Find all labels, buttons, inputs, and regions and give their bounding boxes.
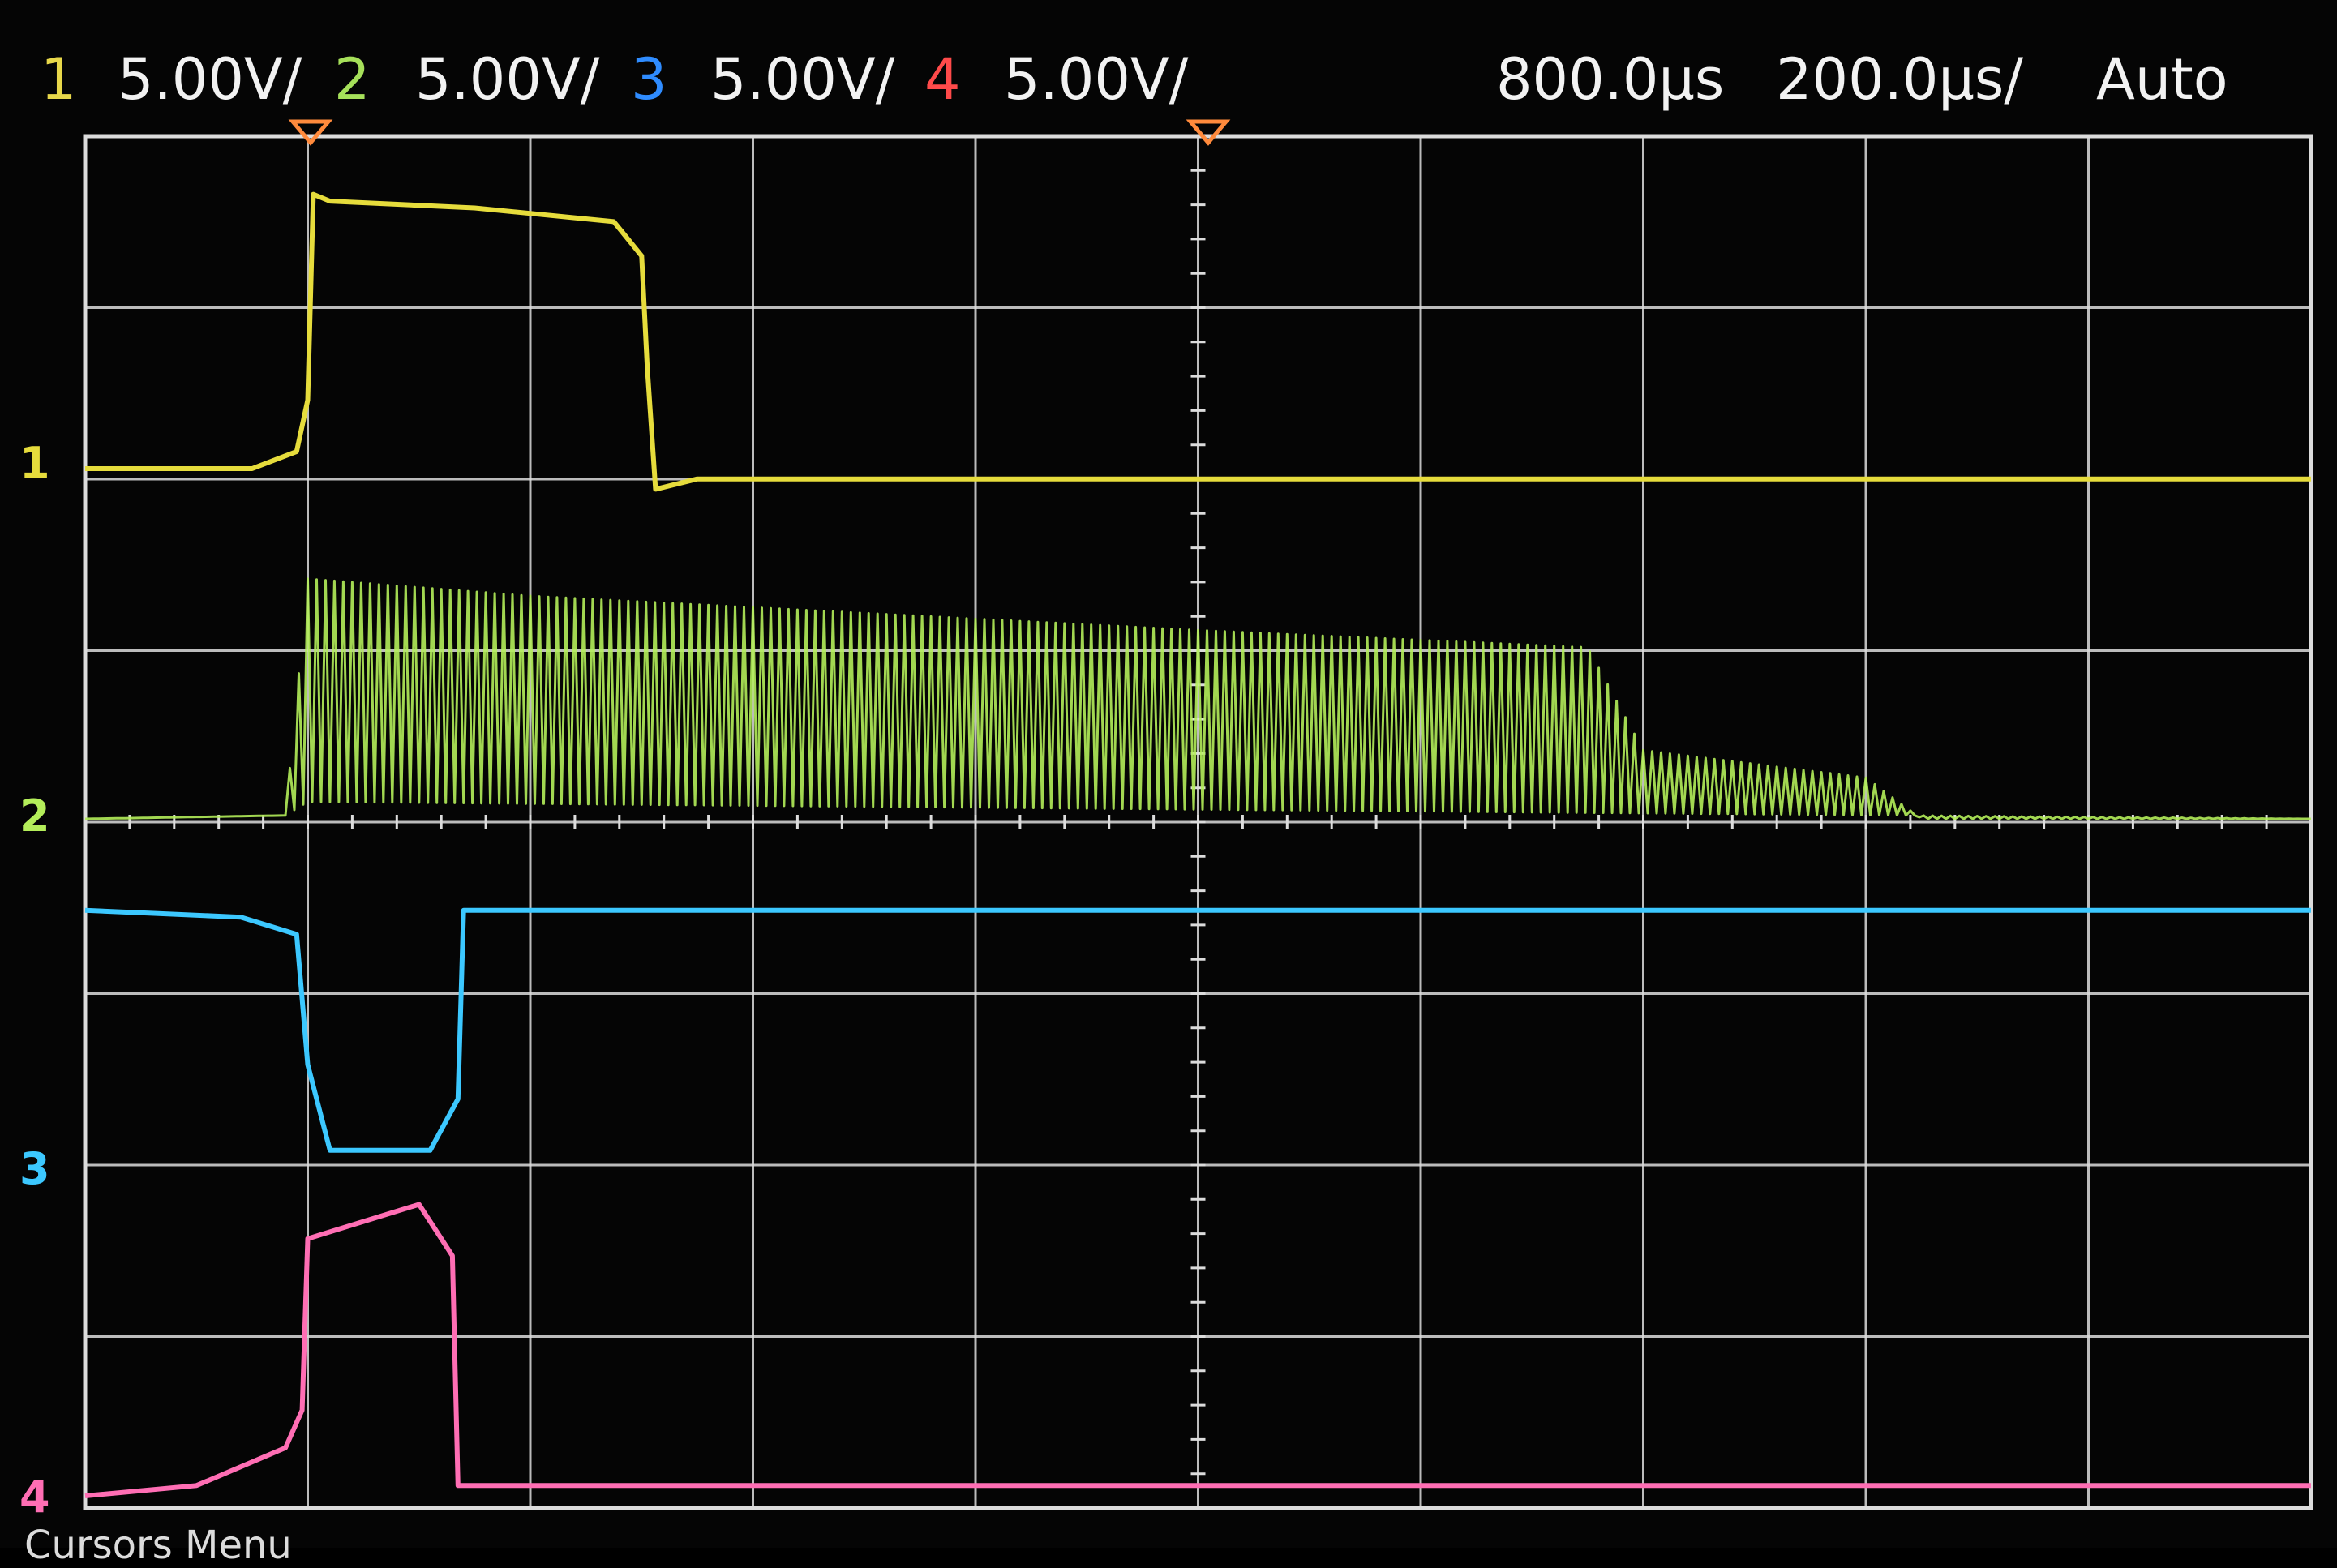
ch3-ground-marker[interactable]: 3 <box>19 1143 50 1194</box>
waveform-display <box>83 119 2313 1510</box>
oscilloscope-screen: 1 5.00V/ 2 5.00V/ 3 5.00V/ 4 5.00V/ 800.… <box>0 0 2337 1568</box>
trigger-point-marker <box>288 119 333 146</box>
ch1-ground-marker[interactable]: 1 <box>19 438 50 489</box>
cursors-menu-label[interactable]: Cursors Menu <box>24 1523 292 1568</box>
ch4-ground-marker[interactable]: 4 <box>19 1472 50 1523</box>
graticule-grid <box>83 134 2313 1510</box>
ch2-ground-marker[interactable]: 2 <box>19 790 50 842</box>
delay-reference-marker <box>1186 119 1231 146</box>
trigger-markers <box>288 119 1231 146</box>
